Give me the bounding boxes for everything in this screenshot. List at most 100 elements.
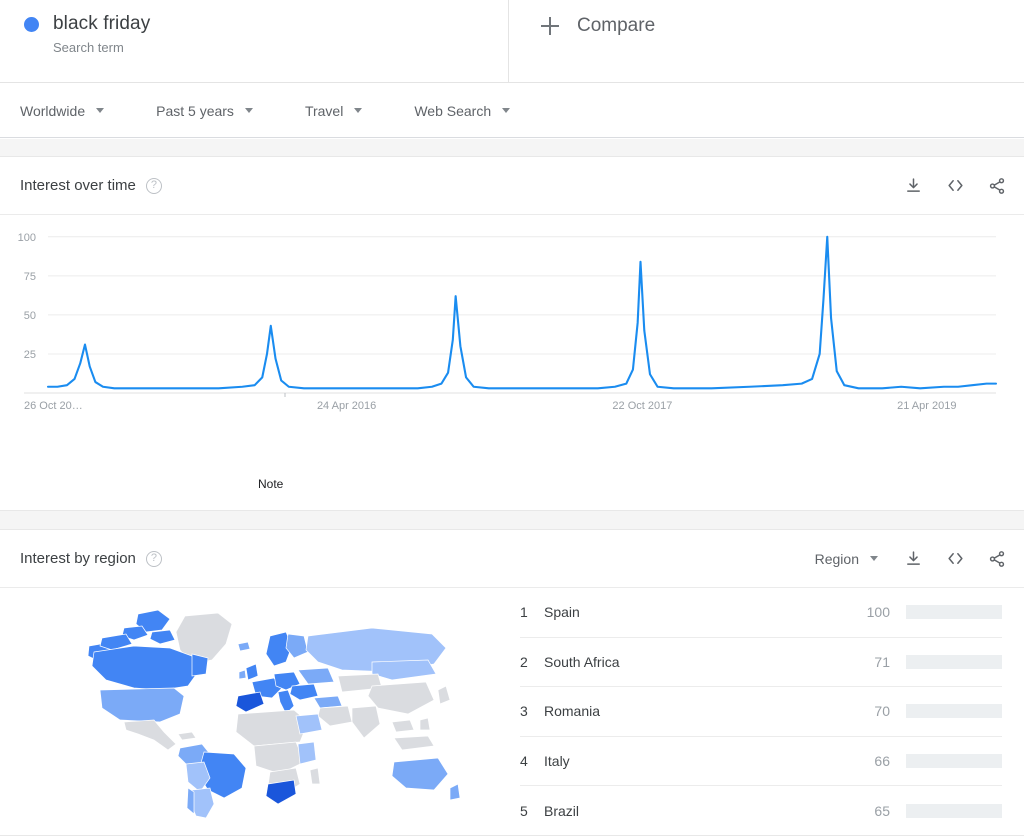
chevron-down-icon: [502, 108, 511, 113]
filter-category[interactable]: Travel: [277, 84, 386, 138]
map-region[interactable]: [371, 659, 437, 681]
map-region[interactable]: [177, 731, 197, 741]
region-rank: 2: [520, 653, 528, 670]
compare-label: Compare: [577, 15, 656, 36]
region-bar-track: [906, 754, 1002, 769]
region-name: Brazil: [544, 803, 580, 820]
region-bar-track: [906, 804, 1002, 819]
map-region[interactable]: [191, 653, 209, 677]
filter-location[interactable]: Worldwide: [0, 84, 128, 138]
google-trends-page: black friday Search term Compare Worldwi…: [0, 0, 1024, 836]
region-rank-list: 1 Spain 100 2 South Africa 71 3 Romania 70 4 Italy…: [510, 588, 1024, 836]
map-region[interactable]: [265, 779, 297, 805]
map-region[interactable]: [149, 629, 176, 645]
region-row[interactable]: 4 Italy 66: [520, 737, 1002, 787]
interest-over-time-chart[interactable]: 100 75 50 25 26 Oct 20… 24 Apr 2016 22 Oct 201…: [0, 215, 1024, 511]
interest-over-time-header: Interest over time ?: [0, 157, 1024, 215]
chevron-down-icon: [96, 108, 105, 113]
interest-over-time-title: Interest over time: [20, 176, 136, 194]
filter-bar: Worldwide Past 5 years Travel Web Search: [0, 84, 1024, 138]
chart-note-annotation: Note: [258, 477, 284, 491]
map-region[interactable]: [351, 705, 381, 739]
share-icon[interactable]: [986, 548, 1008, 570]
interest-by-region-header: Interest by region ? Region: [0, 530, 1024, 588]
region-rank: 1: [520, 604, 528, 621]
filter-location-label: Worldwide: [20, 102, 86, 119]
region-value: 71: [874, 653, 890, 670]
map-region[interactable]: [419, 717, 431, 731]
map-region[interactable]: [285, 633, 309, 659]
region-bar-track: [906, 605, 1002, 620]
region-row[interactable]: 5 Brazil 65: [520, 786, 1002, 836]
region-rank: 5: [520, 803, 528, 820]
world-map[interactable]: [0, 588, 510, 836]
line-chart-svg: 100 75 50 25 26 Oct 20… 24 Apr 2016 22 Oct 201…: [18, 232, 998, 412]
help-circle-icon[interactable]: ?: [145, 550, 162, 567]
filter-search-type[interactable]: Web Search: [386, 84, 534, 138]
map-region[interactable]: [295, 713, 323, 735]
svg-text:25: 25: [24, 349, 36, 361]
region-value: 66: [874, 753, 890, 770]
interest-by-region-title: Interest by region: [20, 549, 136, 567]
region-name: Italy: [544, 753, 570, 770]
map-region[interactable]: [235, 709, 309, 747]
map-region[interactable]: [317, 705, 353, 727]
map-region[interactable]: [297, 741, 317, 765]
map-region[interactable]: [289, 683, 319, 701]
add-comparison-button[interactable]: Compare: [509, 0, 1024, 83]
interest-over-time-card: Interest over time ? 100 75 50 25 26 Oct…: [0, 156, 1024, 511]
map-region[interactable]: [245, 663, 259, 681]
plus-icon: [541, 17, 559, 35]
map-region[interactable]: [391, 719, 415, 733]
share-icon[interactable]: [986, 175, 1008, 197]
map-region[interactable]: [391, 757, 449, 791]
download-icon[interactable]: [902, 175, 924, 197]
map-region[interactable]: [123, 719, 177, 751]
svg-text:50: 50: [24, 310, 36, 322]
world-map-svg: [87, 609, 461, 819]
series-color-dot: [24, 17, 39, 32]
search-term-bar: black friday Search term Compare: [0, 0, 1024, 83]
region-name: Romania: [544, 703, 601, 720]
embed-code-icon[interactable]: [944, 175, 966, 197]
chevron-down-icon: [244, 108, 253, 113]
search-term-type: Search term: [53, 40, 124, 55]
embed-code-icon[interactable]: [944, 548, 966, 570]
region-bar-track: [906, 654, 1002, 669]
map-region[interactable]: [437, 685, 451, 705]
filter-category-label: Travel: [304, 102, 344, 119]
region-rank: 3: [520, 703, 528, 720]
region-granularity-select[interactable]: Region: [815, 551, 878, 567]
map-region[interactable]: [367, 681, 435, 715]
map-region[interactable]: [186, 787, 195, 815]
svg-text:21 Apr 2019: 21 Apr 2019: [897, 400, 956, 412]
map-region[interactable]: [99, 687, 185, 723]
map-region[interactable]: [309, 767, 321, 785]
map-region[interactable]: [313, 695, 343, 709]
svg-text:24 Apr 2016: 24 Apr 2016: [317, 400, 376, 412]
map-region[interactable]: [235, 691, 265, 713]
region-row[interactable]: 2 South Africa 71: [520, 638, 1002, 688]
search-term-card[interactable]: black friday Search term: [0, 0, 509, 83]
map-region[interactable]: [91, 645, 199, 691]
region-row[interactable]: 3 Romania 70: [520, 687, 1002, 737]
help-circle-icon[interactable]: ?: [145, 177, 162, 194]
section-gap: [0, 511, 1024, 529]
region-granularity-label: Region: [814, 550, 859, 567]
map-region[interactable]: [237, 641, 251, 652]
region-name: Spain: [544, 604, 580, 621]
download-icon[interactable]: [902, 548, 924, 570]
interest-by-region-card: Interest by region ? Region 1 Spain 100 …: [0, 529, 1024, 836]
filter-time-range[interactable]: Past 5 years: [128, 84, 277, 138]
map-region[interactable]: [238, 669, 247, 680]
svg-text:100: 100: [18, 232, 36, 244]
region-value: 65: [874, 803, 890, 820]
region-bar-track: [906, 704, 1002, 719]
map-region[interactable]: [297, 667, 335, 685]
region-row[interactable]: 1 Spain 100: [520, 588, 1002, 638]
interest-by-region-body: 1 Spain 100 2 South Africa 71 3 Romania 70 4 Italy…: [0, 588, 1024, 836]
map-region[interactable]: [449, 783, 461, 801]
region-value: 70: [874, 703, 890, 720]
region-name: South Africa: [544, 653, 620, 670]
map-region[interactable]: [393, 735, 435, 751]
